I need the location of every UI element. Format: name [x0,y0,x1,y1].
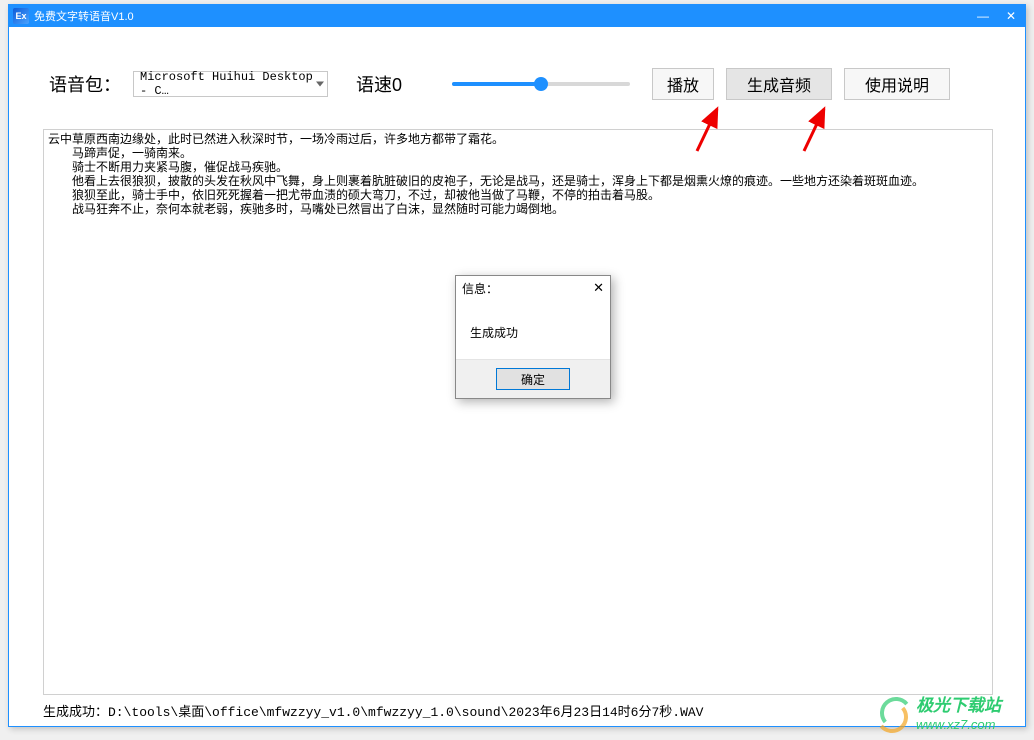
help-button-label: 使用说明 [865,72,929,96]
dialog-title-text: 信息： [462,280,498,297]
generate-button-label: 生成音频 [747,72,811,96]
play-button[interactable]: 播放 [652,68,714,100]
titlebar: Ex 免费文字转语音V1.0 — ✕ [9,5,1025,27]
dialog-ok-label: 确定 [521,371,545,388]
minimize-icon: — [977,9,989,23]
dialog-titlebar: 信息： ✕ [456,276,610,300]
chevron-down-icon [316,82,324,87]
window-title: 免费文字转语音V1.0 [34,8,134,24]
voice-label: 语音包： [49,71,121,97]
voice-select-value: Microsoft Huihui Desktop - C… [140,70,323,98]
dialog-message: 生成成功 [456,300,610,359]
close-icon: ✕ [1006,9,1016,23]
slider-fill [452,82,541,86]
voice-select[interactable]: Microsoft Huihui Desktop - C… [133,71,328,97]
status-text: 生成成功：D:\tools\桌面\office\mfwzzyy_v1.0\mfw… [43,701,703,720]
generate-audio-button[interactable]: 生成音频 [726,68,832,100]
help-button[interactable]: 使用说明 [844,68,950,100]
slider-track [452,82,630,86]
minimize-button[interactable]: — [969,5,997,27]
app-icon: Ex [13,8,29,24]
speed-slider[interactable] [452,74,630,94]
dialog-close-button[interactable]: ✕ [593,280,604,296]
play-button-label: 播放 [667,72,699,96]
toolbar: 语音包： Microsoft Huihui Desktop - C… 语速0 播… [9,59,1025,109]
info-dialog: 信息： ✕ 生成成功 确定 [455,275,611,399]
dialog-ok-button[interactable]: 确定 [496,368,570,390]
speed-label: 语速0 [356,71,402,97]
close-button[interactable]: ✕ [997,5,1025,27]
dialog-footer: 确定 [456,359,610,398]
slider-thumb[interactable] [534,77,548,91]
text-input[interactable]: 云中草原西南边缘处，此时已然进入秋深时节，一场冷雨过后，许多地方都带了霜花。 马… [43,129,993,695]
app-window: Ex 免费文字转语音V1.0 — ✕ 语音包： Microsoft Huihui… [8,4,1026,727]
